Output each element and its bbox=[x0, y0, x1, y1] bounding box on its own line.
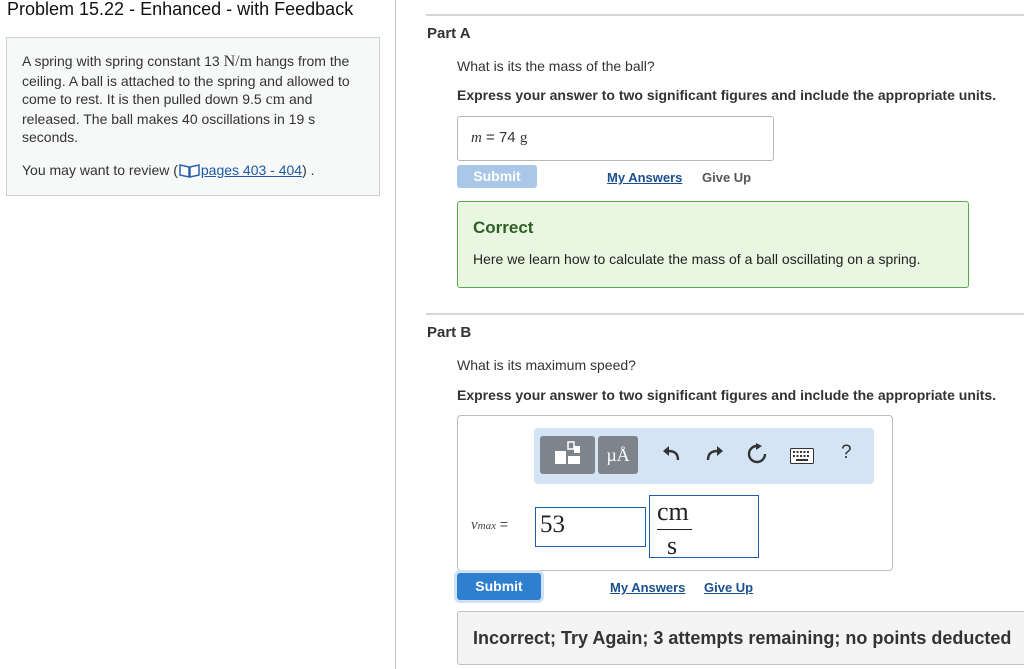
undo-icon[interactable] bbox=[662, 444, 682, 464]
reset-icon[interactable] bbox=[746, 443, 768, 465]
part-a-answer: m = 74 g bbox=[457, 116, 774, 161]
redo-icon[interactable] bbox=[704, 444, 724, 464]
keyboard-icon[interactable] bbox=[790, 448, 814, 464]
problem-panel: Problem 15.22 - Enhanced - with Feedback… bbox=[0, 0, 396, 669]
problem-title: Problem 15.22 - Enhanced - with Feedback bbox=[7, 0, 354, 19]
part-b-submit-button[interactable]: Submit bbox=[457, 573, 541, 600]
units-icon: µÅ bbox=[606, 444, 630, 465]
part-a-submit-button[interactable]: Submit bbox=[457, 165, 537, 188]
part-a-give-up-link[interactable]: Give Up bbox=[702, 170, 751, 185]
part-b-label: Part B bbox=[427, 324, 472, 341]
problem-statement: A spring with spring constant 13 N/m han… bbox=[6, 37, 380, 196]
part-a-my-answers-link[interactable]: My Answers bbox=[607, 170, 682, 185]
math-toolbar: µÅ ? bbox=[534, 428, 874, 484]
unit-fraction-bar bbox=[657, 529, 692, 530]
part-b-give-up-link[interactable]: Give Up bbox=[704, 580, 753, 595]
part-b-answer-editor: µÅ ? vmax = 53 cm s bbox=[457, 415, 893, 571]
review-pages-link[interactable]: pages 403 - 404 bbox=[201, 162, 302, 178]
part-b-my-answers-link[interactable]: My Answers bbox=[610, 580, 685, 595]
part-a-instruction: Express your answer to two significant f… bbox=[457, 87, 997, 103]
book-icon bbox=[179, 163, 200, 183]
templates-button[interactable] bbox=[540, 436, 595, 474]
feedback-title: Correct bbox=[473, 218, 534, 237]
vmax-label: vmax = bbox=[471, 516, 509, 533]
templates-icon bbox=[554, 440, 582, 470]
part-b-instruction: Express your answer to two significant f… bbox=[457, 387, 997, 403]
part-a-divider bbox=[426, 14, 1024, 16]
parts-panel: Part A What is its the mass of the ball?… bbox=[397, 0, 1024, 669]
unit-denominator: s bbox=[667, 531, 678, 560]
review-line: You may want to review (pages 403 - 404)… bbox=[22, 161, 367, 183]
units-button[interactable]: µÅ bbox=[598, 436, 638, 474]
part-b-question: What is its maximum speed? bbox=[457, 357, 636, 373]
value-input[interactable]: 53 bbox=[535, 507, 646, 547]
part-b-feedback-incorrect: Incorrect; Try Again; 3 attempts remaini… bbox=[457, 611, 1024, 665]
part-a-question: What is its the mass of the ball? bbox=[457, 58, 655, 74]
unit-input[interactable]: cm s bbox=[649, 495, 759, 560]
feedback-text: Here we learn how to calculate the mass … bbox=[473, 251, 921, 267]
part-a-label: Part A bbox=[427, 25, 471, 42]
part-b-divider bbox=[426, 313, 1024, 315]
part-a-feedback-correct: Correct Here we learn how to calculate t… bbox=[457, 201, 969, 288]
help-icon[interactable]: ? bbox=[841, 442, 852, 464]
unit-numerator: cm bbox=[657, 497, 689, 526]
problem-text: A spring with spring constant 13 N/m han… bbox=[22, 53, 350, 145]
